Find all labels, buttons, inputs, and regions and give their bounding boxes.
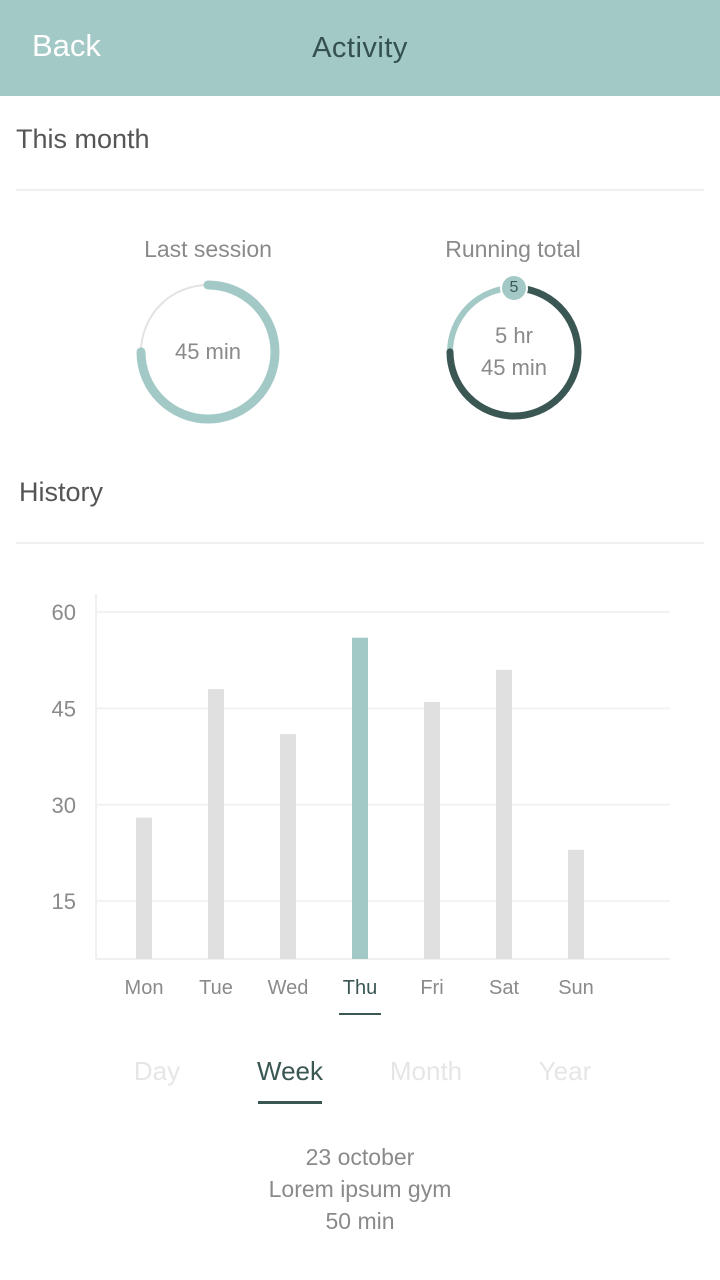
divider xyxy=(16,189,704,191)
running-total-value: 5 hr 45 min xyxy=(440,320,588,384)
y-tick-label: 45 xyxy=(52,696,76,721)
y-tick-label: 15 xyxy=(52,889,76,914)
bar-tue[interactable] xyxy=(208,689,224,959)
bar-fri[interactable] xyxy=(424,701,440,959)
bar-thu[interactable] xyxy=(352,637,368,959)
bar-sun[interactable] xyxy=(568,849,584,959)
page-title: Activity xyxy=(312,32,408,64)
bar-sat[interactable] xyxy=(496,669,512,959)
running-total-hours: 5 hr xyxy=(495,323,533,348)
y-tick-label: 30 xyxy=(52,793,76,818)
tab-week[interactable]: Week xyxy=(244,1056,336,1087)
section-title-this-month: This month xyxy=(16,124,150,154)
section-title-history: History xyxy=(19,477,104,507)
entry-duration: 50 min xyxy=(325,1208,395,1234)
x-tick-label-mon[interactable]: Mon xyxy=(125,977,164,999)
x-tick-label-tue[interactable]: Tue xyxy=(199,977,233,999)
entry-place: Lorem ipsum gym xyxy=(268,1176,452,1202)
tab-month[interactable]: Month xyxy=(371,1056,481,1087)
tab-year[interactable]: Year xyxy=(520,1056,610,1087)
last-session-label: Last session xyxy=(144,236,272,262)
running-total-minutes: 45 min xyxy=(480,355,548,380)
y-tick-label: 60 xyxy=(52,600,76,625)
tab-week-underline xyxy=(258,1101,322,1104)
bar-wed[interactable] xyxy=(280,734,296,959)
tab-day[interactable]: Day xyxy=(117,1056,197,1087)
x-tick-label-sat[interactable]: Sat xyxy=(489,977,519,999)
last-session-value: 45 min xyxy=(174,339,242,364)
entry-date: 23 october xyxy=(305,1144,415,1170)
x-tick-label-thu[interactable]: Thu xyxy=(343,977,377,999)
x-tick-label-wed[interactable]: Wed xyxy=(268,977,309,999)
running-total-badge: 5 xyxy=(500,274,528,302)
x-tick-label-sun[interactable]: Sun xyxy=(558,977,594,999)
divider xyxy=(16,542,704,544)
header-bar: Back Activity xyxy=(0,0,720,96)
running-total-label: Running total xyxy=(445,236,581,262)
period-tabs: Day Week Month Year xyxy=(0,1050,720,1110)
x-tick-label-fri[interactable]: Fri xyxy=(420,977,443,999)
history-bar-chart: 60 45 30 15 Mon Tue Wed Thu Fri Sat Sun xyxy=(52,594,670,1015)
bar-mon[interactable] xyxy=(136,817,152,959)
